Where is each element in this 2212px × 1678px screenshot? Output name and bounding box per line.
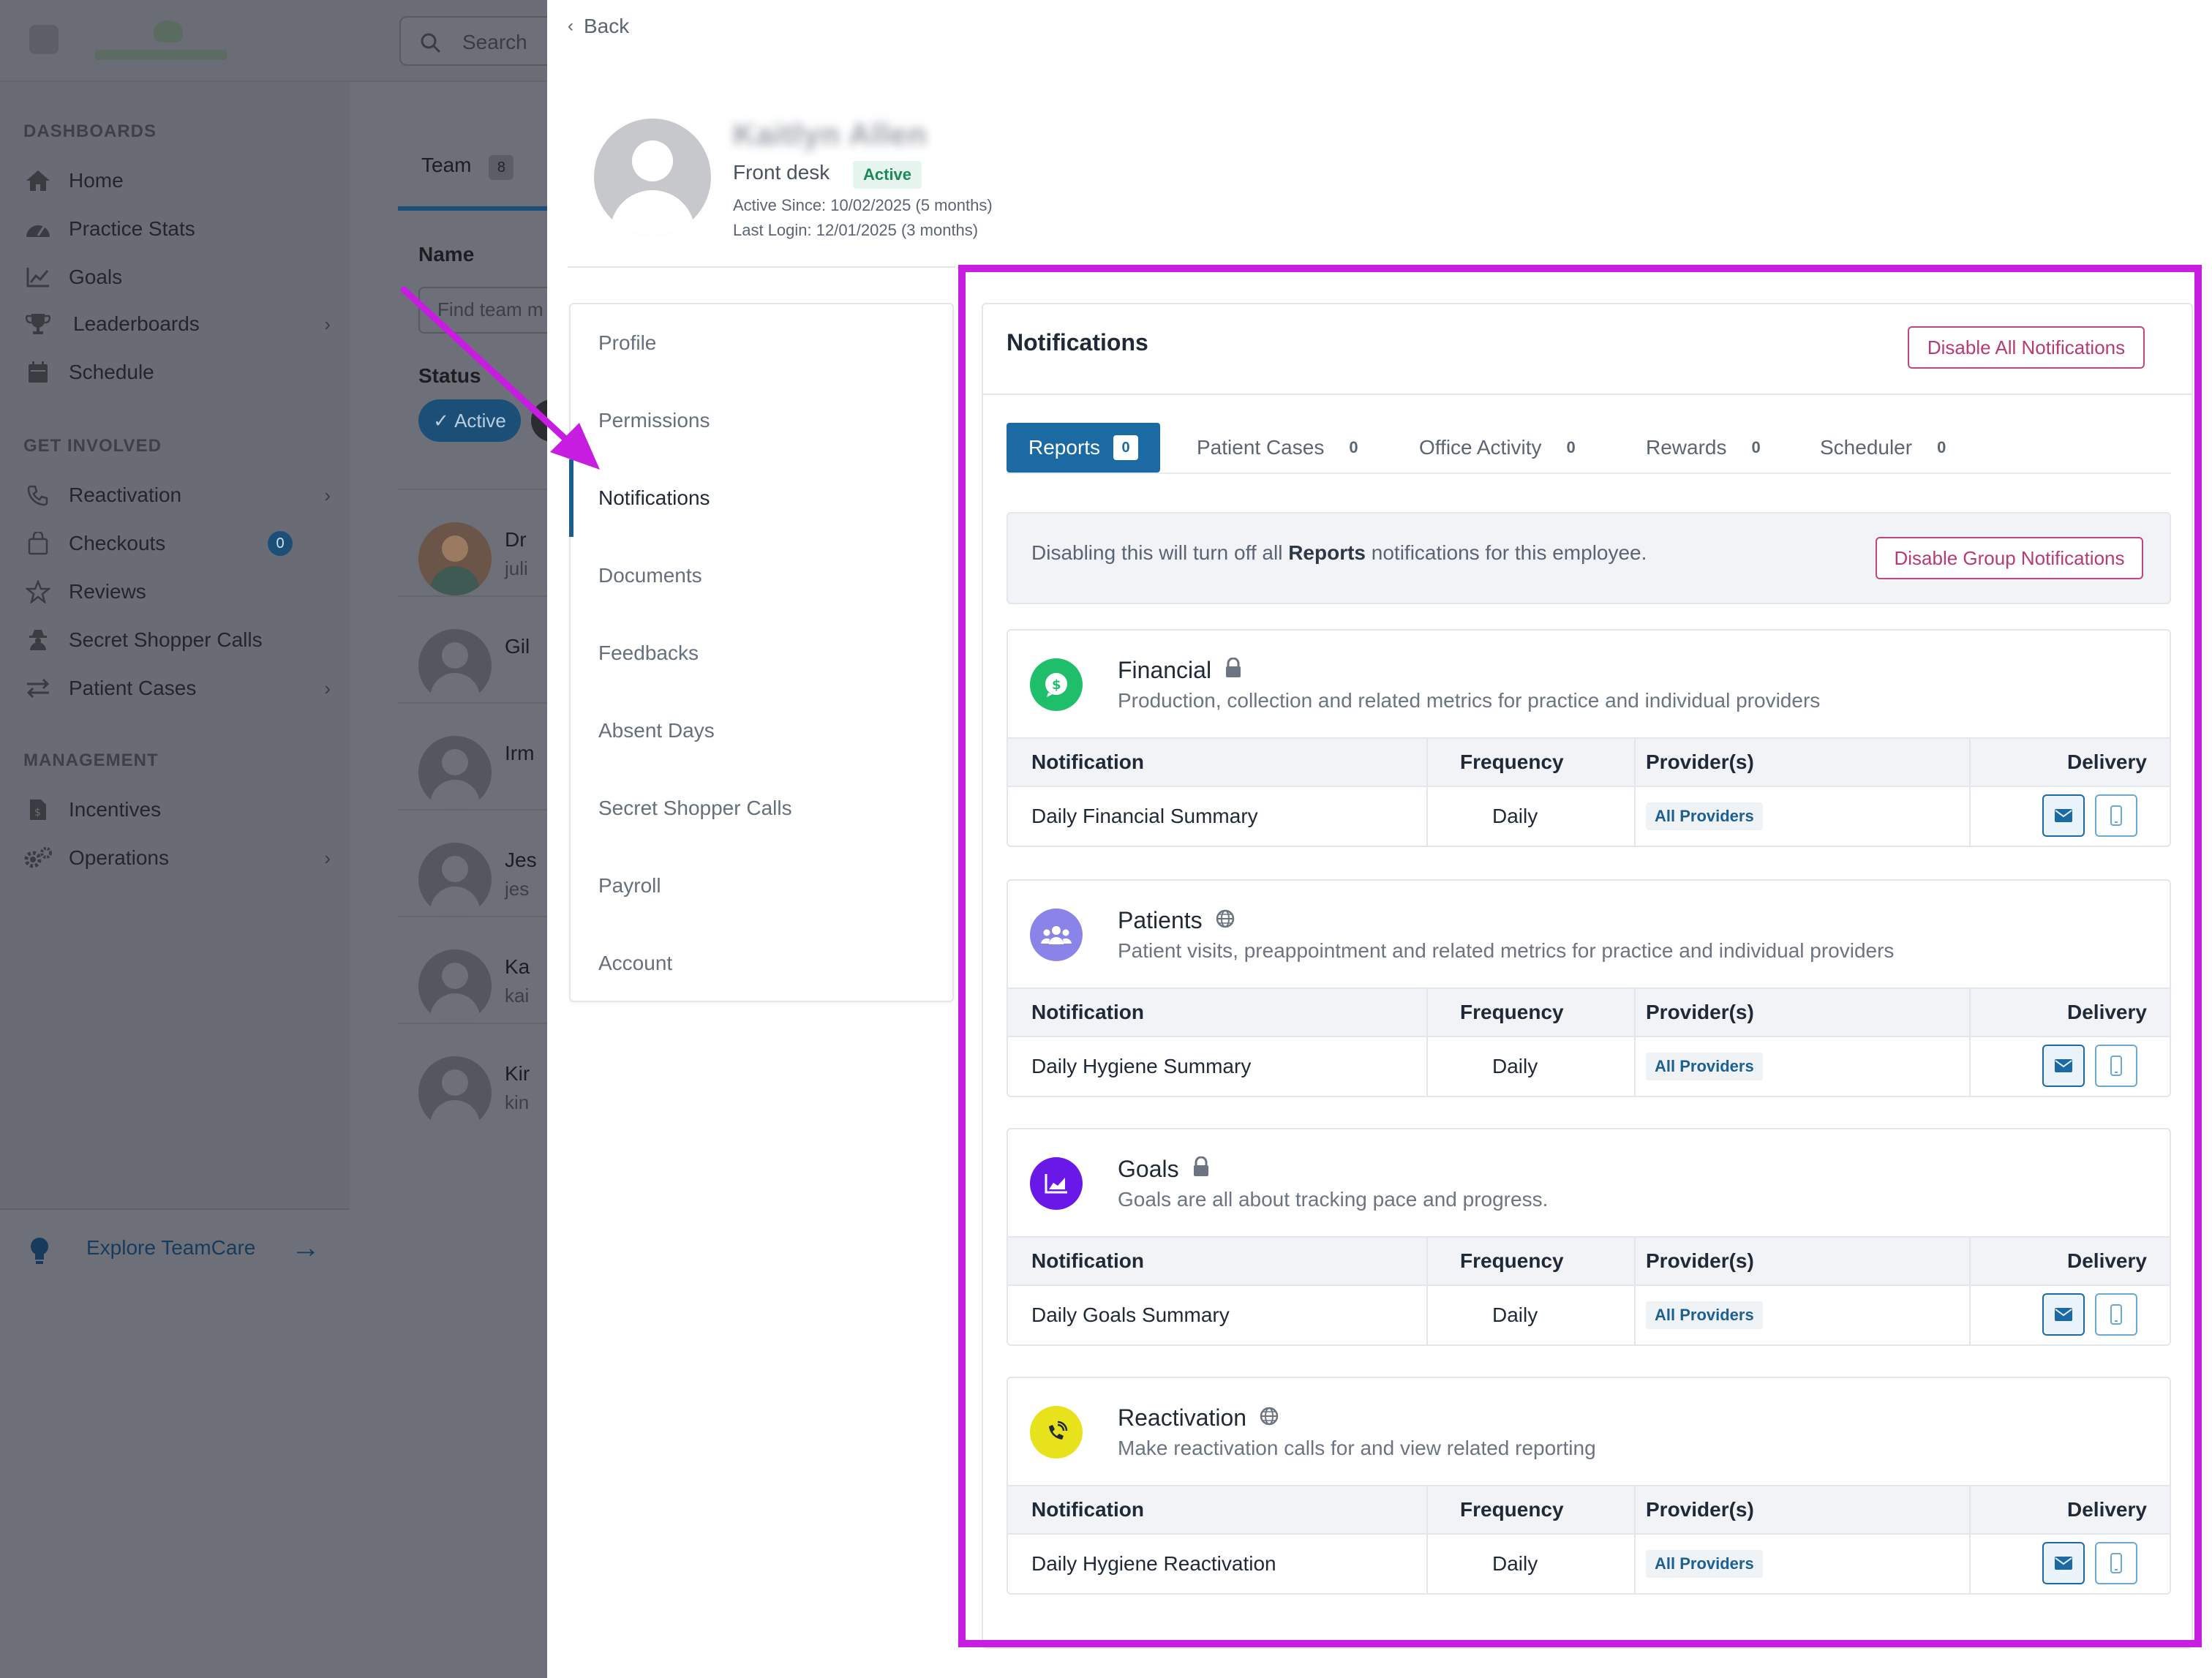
divider: [568, 266, 955, 268]
sidebar-item-checkouts[interactable]: Checkouts 0: [23, 525, 331, 562]
profile-menu: Profile Permissions Notifications Docume…: [569, 303, 954, 1002]
avatar: [418, 843, 492, 916]
team-row[interactable]: Kir kin: [398, 1023, 547, 1129]
team-row[interactable]: Dr juli: [398, 489, 547, 595]
active-tab-indicator: [398, 206, 547, 211]
trophy-icon: [23, 311, 53, 337]
chart-line-icon: [23, 264, 53, 290]
menu-item-account[interactable]: Account: [571, 925, 952, 1002]
arrows-swap-icon: [23, 675, 53, 701]
search-box[interactable]: Search: [399, 16, 547, 66]
team-row[interactable]: Jes jes: [398, 809, 547, 916]
sidebar-item-leaderboards[interactable]: Leaderboards ›: [23, 306, 331, 342]
back-button[interactable]: ‹ Back: [568, 15, 629, 38]
svg-text:$: $: [34, 807, 41, 819]
menu-item-secret-shopper-calls[interactable]: Secret Shopper Calls: [571, 770, 952, 847]
annotation-highlight-box: [958, 265, 2202, 1647]
profile-avatar: [594, 118, 711, 236]
explore-teamcare[interactable]: Explore TeamCare →: [0, 1208, 350, 1290]
menu-item-documents[interactable]: Documents: [571, 537, 952, 614]
sidebar-item-schedule[interactable]: Schedule: [23, 354, 331, 391]
search-placeholder: Search: [462, 31, 527, 53]
cogs-icon: [23, 845, 53, 871]
menu-item-payroll[interactable]: Payroll: [571, 847, 952, 925]
annotation-arrow: [400, 286, 600, 470]
sidebar-item-operations[interactable]: Operations ›: [23, 840, 331, 876]
bag-icon: [23, 530, 53, 557]
profile-name: Kaitlyn Allen: [733, 117, 928, 151]
sidebar-item-home[interactable]: Home: [23, 162, 331, 199]
avatar: [418, 1056, 492, 1129]
sidebar-item-reactivation[interactable]: Reactivation ›: [23, 477, 331, 513]
sidebar-item-practice-stats[interactable]: Practice Stats: [23, 211, 331, 247]
background-app: Search DASHBOARDS Home Practice Stats Go…: [0, 0, 553, 1678]
avatar: [418, 522, 492, 595]
menu-toggle-icon[interactable]: [29, 25, 59, 54]
calendar-icon: [23, 359, 53, 385]
star-icon: [23, 579, 53, 605]
chevron-right-icon: ›: [324, 484, 331, 506]
chevron-left-icon: ‹: [568, 16, 573, 36]
sidebar-item-secret-shopper-calls[interactable]: Secret Shopper Calls: [23, 622, 331, 658]
nav-heading-get-involved: GET INVOLVED: [23, 436, 162, 456]
profile-role: Front desk: [733, 161, 830, 184]
team-row[interactable]: Ka kai: [398, 916, 547, 1023]
team-count-badge: 8: [489, 155, 514, 180]
name-filter-label: Name: [418, 243, 475, 266]
search-icon: [420, 32, 442, 58]
lightbulb-icon: [28, 1236, 51, 1269]
app-logo: [22, 15, 227, 66]
user-secret-icon: [23, 627, 53, 653]
nav-heading-dashboards: DASHBOARDS: [23, 121, 157, 141]
menu-item-notifications[interactable]: Notifications: [569, 459, 952, 537]
sidebar-item-incentives[interactable]: $ Incentives: [23, 791, 331, 828]
top-bar: Search: [0, 0, 547, 82]
arrow-right-icon: →: [291, 1232, 320, 1264]
tab-team[interactable]: Team 8: [421, 154, 514, 180]
sidebar-item-goals[interactable]: Goals: [23, 259, 331, 296]
gauge-icon: [23, 216, 53, 242]
last-login: Last Login: 12/01/2025 (3 months): [733, 221, 979, 239]
explore-teamcare-label: Explore TeamCare: [86, 1236, 256, 1259]
sidebar-item-patient-cases[interactable]: Patient Cases ›: [23, 670, 331, 707]
avatar: [418, 629, 492, 702]
chevron-right-icon: ›: [324, 847, 331, 869]
active-since: Active Since: 10/02/2025 (5 months): [733, 196, 993, 214]
menu-item-feedbacks[interactable]: Feedbacks: [571, 614, 952, 692]
menu-item-absent-days[interactable]: Absent Days: [571, 692, 952, 770]
home-icon: [23, 168, 53, 194]
sidebar-item-reviews[interactable]: Reviews: [23, 573, 331, 610]
nav-heading-management: MANAGEMENT: [23, 750, 159, 770]
avatar: [418, 949, 492, 1023]
status-badge: Active: [853, 161, 922, 189]
checkouts-count-badge: 0: [268, 531, 293, 556]
team-list-panel: Team 8 Name Find team m Status ✓ Active D…: [350, 82, 553, 1208]
sidebar: DASHBOARDS Home Practice Stats Goals Lea…: [0, 82, 350, 1264]
team-row[interactable]: Irm: [398, 702, 547, 809]
menu-item-profile[interactable]: Profile: [571, 304, 952, 382]
chevron-right-icon: ›: [324, 313, 331, 335]
file-dollar-icon: $: [23, 797, 53, 823]
avatar: [418, 736, 492, 809]
chevron-right-icon: ›: [324, 677, 331, 699]
team-row[interactable]: Gil: [398, 595, 547, 702]
menu-item-permissions[interactable]: Permissions: [571, 382, 952, 459]
phone-ring-icon: [23, 482, 53, 508]
